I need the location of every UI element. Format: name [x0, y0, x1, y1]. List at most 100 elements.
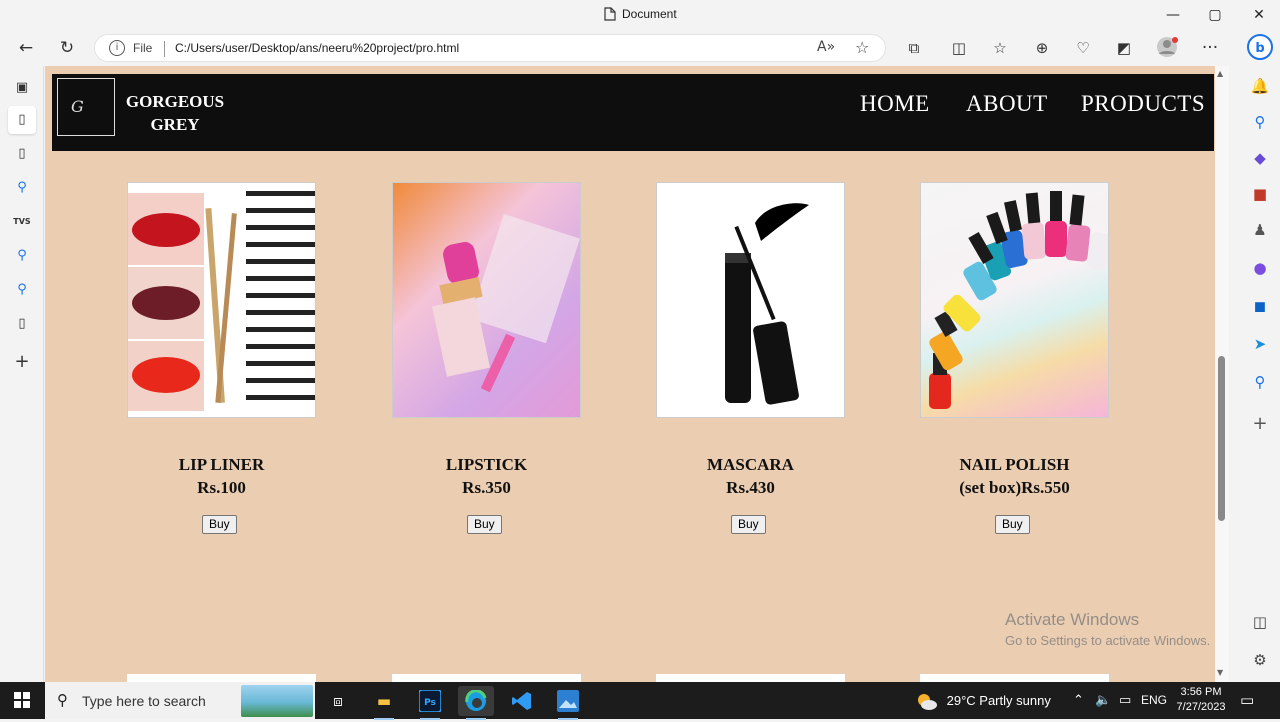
product-name-mascara: MASCARA Rs.430 [656, 453, 845, 499]
activate-windows-title: Activate Windows [1005, 610, 1140, 629]
refresh-button[interactable]: ↻ [55, 36, 79, 60]
more-menu-button[interactable]: ··· [1198, 36, 1222, 60]
tab-actions-icon[interactable]: ▣ [8, 74, 36, 102]
vscode-icon[interactable] [504, 686, 540, 716]
search-icon[interactable]: ⚲ [1246, 368, 1274, 396]
edge-icon[interactable]: ◩ [1112, 36, 1136, 60]
window-title-group: Document [604, 7, 677, 21]
brand-name: GORGEOUS GREY [125, 92, 225, 134]
nav-link-about[interactable]: ABOUT [966, 91, 1048, 117]
scroll-up-arrow[interactable]: ▲ [1217, 69, 1223, 78]
title-bar: Document — ▢ ✕ [0, 0, 1280, 30]
task-view-icon[interactable]: ⧈ [320, 686, 356, 716]
extensions-icon[interactable]: ⧉ [902, 36, 926, 60]
product-price: Rs.100 [197, 478, 246, 497]
shopping-tag-icon[interactable]: ◆ [1246, 144, 1274, 172]
product-price: Rs.350 [462, 478, 511, 497]
search-icon[interactable]: ⚲ [1246, 108, 1274, 136]
tab-document[interactable]: ▯ [8, 140, 36, 168]
info-icon[interactable]: i [109, 40, 125, 56]
profile-avatar[interactable] [1155, 36, 1179, 60]
notifications-icon[interactable]: 🔔 [1246, 72, 1274, 100]
battery-icon[interactable]: ▭ [1119, 682, 1131, 719]
windows-start-icon[interactable] [14, 692, 30, 708]
buy-button-lipstick[interactable]: Buy [467, 515, 502, 534]
address-bar[interactable]: i File C:/Users/user/Desktop/ans/neeru%2… [94, 34, 886, 62]
scroll-thumb[interactable] [1218, 356, 1225, 521]
scroll-down-arrow[interactable]: ▼ [1217, 668, 1223, 677]
buy-button-nail-polish[interactable]: Buy [995, 515, 1030, 534]
vertical-tabs-sidebar: ▣ ▯ ▯ ⚲ TVS ⚲ ⚲ ▯ + [0, 66, 44, 682]
file-explorer-icon[interactable]: ▬ [366, 686, 402, 720]
bing-chat-icon[interactable]: b [1246, 34, 1274, 62]
product-image-lip-liner [127, 182, 316, 418]
buy-button-mascara[interactable]: Buy [731, 515, 766, 534]
product-name-nail-polish: NAIL POLISH (set box)Rs.550 [920, 453, 1109, 499]
volume-icon[interactable]: 🔈 [1095, 682, 1111, 719]
edge-browser-icon[interactable] [458, 686, 494, 720]
address-separator [164, 41, 165, 57]
product-title: MASCARA [707, 455, 794, 474]
collections-icon[interactable]: ⊕ [1030, 36, 1054, 60]
page-viewport: G GORGEOUS GREY HOME ABOUT PRODUCTS LIP … [45, 66, 1215, 682]
tab-site[interactable]: TVS [8, 208, 36, 236]
games-icon[interactable]: ♟ [1246, 216, 1274, 244]
weather-text: 29°C Partly sunny [946, 693, 1051, 708]
outlook-icon[interactable]: ◼ [1246, 292, 1274, 320]
buy-button-lip-liner[interactable]: Buy [202, 515, 237, 534]
back-button[interactable]: ← [14, 36, 38, 60]
windows-taskbar: ⚲ Type here to search ⧈ ▬ Ps 29°C Partly… [0, 682, 1280, 720]
page-scrollbar[interactable]: ▲ ▼ [1215, 66, 1229, 682]
clock-date: 7/27/2023 [1176, 701, 1226, 713]
add-sidebar-app-icon[interactable]: + [1246, 410, 1274, 438]
system-clock[interactable]: 3:56 PM 7/27/2023 [1172, 685, 1230, 715]
hidden-icons-chevron[interactable]: ⌃ [1073, 682, 1084, 719]
product-image-mascara [656, 182, 845, 418]
split-screen-icon[interactable]: ◫ [947, 36, 971, 60]
next-row-product-image [656, 674, 845, 682]
send-icon[interactable]: ➤ [1246, 330, 1274, 358]
document-icon [604, 7, 616, 21]
microsoft-365-icon[interactable]: ● [1246, 254, 1274, 282]
site-logo[interactable]: G [57, 78, 115, 136]
next-row-product-image [920, 674, 1109, 682]
notification-center-icon[interactable]: ▭ [1240, 682, 1254, 719]
nav-link-products[interactable]: PRODUCTS [1081, 91, 1205, 117]
tab-search[interactable]: ⚲ [8, 276, 36, 304]
svg-text:Ps: Ps [424, 698, 436, 708]
next-row-product-image [392, 674, 581, 682]
minimize-button[interactable]: — [1163, 5, 1183, 25]
new-tab-icon[interactable]: + [8, 348, 36, 376]
activate-windows-subtitle: Go to Settings to activate Windows. [1005, 633, 1211, 648]
tab-document[interactable]: ▯ [8, 310, 36, 338]
nav-link-home[interactable]: HOME [860, 91, 930, 117]
window-title: Document [622, 7, 677, 21]
hide-sidebar-icon[interactable]: ◫ [1246, 608, 1274, 636]
product-title: LIP LINER [178, 455, 265, 474]
tab-document-active[interactable]: ▯ [8, 106, 36, 134]
favorites-icon[interactable]: ☆ [988, 36, 1012, 60]
tab-search[interactable]: ⚲ [8, 242, 36, 270]
taskbar-search-box[interactable]: ⚲ Type here to search [45, 682, 315, 719]
maximize-button[interactable]: ▢ [1205, 5, 1225, 25]
product-price: Rs.430 [726, 478, 775, 497]
photos-icon[interactable] [550, 686, 586, 720]
close-button[interactable]: ✕ [1249, 5, 1269, 25]
product-price: (set box)Rs.550 [959, 478, 1070, 497]
weather-widget[interactable]: 29°C Partly sunny [915, 682, 1051, 719]
tools-icon[interactable]: ■ [1246, 180, 1274, 208]
sidebar-settings-icon[interactable]: ⚙ [1246, 646, 1274, 674]
product-title: LIPSTICK [445, 455, 528, 474]
browser-essentials-icon[interactable]: ♡ [1071, 36, 1095, 60]
svg-text:b: b [1255, 41, 1264, 56]
language-indicator[interactable]: ENG [1141, 682, 1167, 719]
photoshop-icon[interactable]: Ps [412, 686, 448, 720]
read-aloud-icon[interactable]: A» [817, 39, 835, 55]
weather-icon [918, 693, 937, 710]
favorite-star-icon[interactable]: ☆ [855, 38, 869, 57]
tab-search[interactable]: ⚲ [8, 174, 36, 202]
scheme-label: File [133, 41, 153, 55]
search-icon: ⚲ [57, 691, 68, 709]
clock-time: 3:56 PM [1180, 686, 1222, 698]
url-text[interactable]: C:/Users/user/Desktop/ans/neeru%20projec… [175, 41, 459, 55]
